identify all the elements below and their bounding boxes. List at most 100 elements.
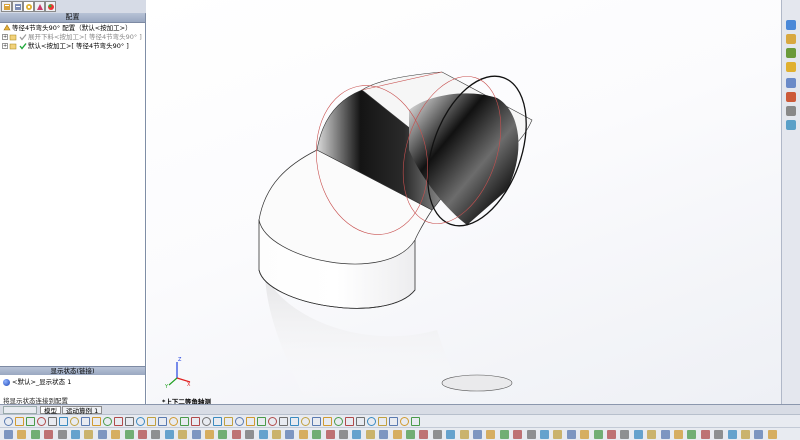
toolbar-tool-icon[interactable] [400, 417, 409, 426]
design-library-icon[interactable] [786, 34, 796, 44]
toolbar-tool-icon[interactable] [647, 430, 657, 439]
toolbar-tool-icon[interactable] [124, 430, 134, 439]
home-icon[interactable] [786, 20, 796, 30]
toolbar-tool-icon[interactable] [513, 430, 523, 439]
tree-item-default[interactable]: + 默认<按加工>[ 等径4节弯头90° ] [2, 42, 129, 51]
toolbar-tool-icon[interactable] [191, 417, 200, 426]
toolbar-tool-icon[interactable] [352, 430, 362, 439]
toolbar-tool-icon[interactable] [700, 430, 710, 439]
toolbar-tool-icon[interactable] [178, 430, 188, 439]
toolbar-tool-icon[interactable] [419, 430, 429, 439]
toolbar-tool-icon[interactable] [687, 430, 697, 439]
toolbar-tool-icon[interactable] [553, 430, 563, 439]
toolbar-tool-icon[interactable] [92, 417, 101, 426]
toolbar-tool-icon[interactable] [411, 417, 420, 426]
toolbar-tool-icon[interactable] [17, 430, 27, 439]
toolbar-tool-icon[interactable] [218, 430, 228, 439]
tab-property-manager[interactable] [12, 1, 23, 12]
search-icon[interactable] [786, 62, 796, 72]
toolbar-tool-icon[interactable] [111, 430, 121, 439]
view-triad[interactable]: X Y Z [164, 357, 191, 390]
toolbar-tool-icon[interactable] [180, 417, 189, 426]
view-palette-icon[interactable] [786, 78, 796, 88]
toolbar-tool-icon[interactable] [37, 417, 46, 426]
toolbar-tool-icon[interactable] [499, 430, 509, 439]
toolbar-tool-icon[interactable] [406, 430, 415, 439]
tab-motion-study[interactable]: 运动算例 1 [62, 406, 103, 415]
toolbar-tool-icon[interactable] [540, 430, 549, 439]
toolbar-tool-icon[interactable] [235, 417, 244, 426]
toolbar-tool-icon[interactable] [224, 417, 233, 426]
toolbar-tool-icon[interactable] [138, 430, 147, 439]
toolbar-tool-icon[interactable] [389, 417, 398, 426]
tree-root-configuration[interactable]: 等径4节弯头90° 配置（默认<按加工>） [2, 24, 132, 33]
toolbar-tool-icon[interactable] [71, 430, 80, 439]
toolbar-tool-icon[interactable] [15, 417, 24, 426]
tab-model[interactable]: 模型 [40, 406, 61, 415]
toolbar-tool-icon[interactable] [44, 430, 54, 439]
toolbar-tool-icon[interactable] [158, 417, 167, 426]
toolbar-tool-icon[interactable] [312, 430, 322, 439]
toolbar-tool-icon[interactable] [285, 430, 295, 439]
toolbar-tool-icon[interactable] [727, 430, 737, 439]
toolbar-tool-icon[interactable] [147, 417, 156, 426]
toolbar-tool-icon[interactable] [459, 430, 469, 439]
toolbar-tool-icon[interactable] [298, 430, 308, 439]
toolbar-tool-icon[interactable] [325, 430, 335, 439]
toolbar-tool-icon[interactable] [30, 430, 40, 439]
tab-feature-manager[interactable] [1, 1, 12, 12]
toolbar-tool-icon[interactable] [103, 417, 112, 426]
toolbar-tool-icon[interactable] [367, 417, 376, 426]
toolbar-tool-icon[interactable] [378, 417, 387, 426]
display-state-item[interactable]: <默认>_显示状态 1 [3, 378, 71, 387]
toolbar-tool-icon[interactable] [323, 417, 332, 426]
toolbar-tool-icon[interactable] [339, 430, 348, 439]
toolbar-tool-icon[interactable] [432, 430, 442, 439]
toolbar-tool-icon[interactable] [356, 417, 365, 426]
file-explorer-icon[interactable] [786, 48, 796, 58]
toolbar-tool-icon[interactable] [202, 417, 211, 426]
tab-configuration-manager[interactable] [23, 1, 34, 12]
toolbar-tool-icon[interactable] [169, 417, 178, 426]
expand-toggle[interactable]: + [2, 43, 8, 49]
toolbar-tool-icon[interactable] [205, 430, 214, 439]
toolbar-tool-icon[interactable] [151, 430, 161, 439]
toolbar-tool-icon[interactable] [446, 430, 456, 439]
toolbar-tool-icon[interactable] [279, 417, 288, 426]
graphics-viewport[interactable]: X Y Z *上下二等角轴测 [147, 0, 781, 404]
toolbar-tool-icon[interactable] [660, 430, 670, 439]
toolbar-tool-icon[interactable] [26, 417, 35, 426]
toolbar-tool-icon[interactable] [486, 430, 496, 439]
toolbar-tool-icon[interactable] [84, 430, 94, 439]
toolbar-tool-icon[interactable] [365, 430, 375, 439]
toolbar-tool-icon[interactable] [48, 417, 57, 426]
elbow-model[interactable]: X Y Z [147, 0, 781, 404]
toolbar-tool-icon[interactable] [620, 430, 630, 439]
toolbar-tool-icon[interactable] [245, 430, 255, 439]
toolbar-tool-icon[interactable] [213, 417, 222, 426]
toolbar-tool-icon[interactable] [125, 417, 134, 426]
toolbar-tool-icon[interactable] [767, 430, 777, 439]
toolbar-tool-icon[interactable] [272, 430, 281, 439]
toolbar-tool-icon[interactable] [334, 417, 343, 426]
tab-scroll-arrows[interactable] [3, 406, 37, 414]
toolbar-tool-icon[interactable] [136, 417, 145, 426]
toolbar-tool-icon[interactable] [4, 417, 13, 426]
toolbar-tool-icon[interactable] [312, 417, 321, 426]
tab-display-manager[interactable] [45, 1, 56, 12]
toolbar-tool-icon[interactable] [257, 417, 266, 426]
toolbar-tool-icon[interactable] [607, 430, 616, 439]
toolbar-tool-icon[interactable] [633, 430, 643, 439]
toolbar-tool-icon[interactable] [741, 430, 750, 439]
toolbar-tool-icon[interactable] [714, 430, 724, 439]
toolbar-tool-icon[interactable] [246, 417, 255, 426]
toolbar-tool-icon[interactable] [70, 417, 79, 426]
toolbar-tool-icon[interactable] [59, 417, 68, 426]
appearance-icon[interactable] [786, 92, 796, 102]
tab-dimxpert[interactable] [34, 1, 45, 12]
toolbar-tool-icon[interactable] [81, 417, 90, 426]
toolbar-tool-icon[interactable] [754, 430, 764, 439]
toolbar-tool-icon[interactable] [164, 430, 174, 439]
toolbar-tool-icon[interactable] [379, 430, 389, 439]
toolbar-tool-icon[interactable] [114, 417, 123, 426]
